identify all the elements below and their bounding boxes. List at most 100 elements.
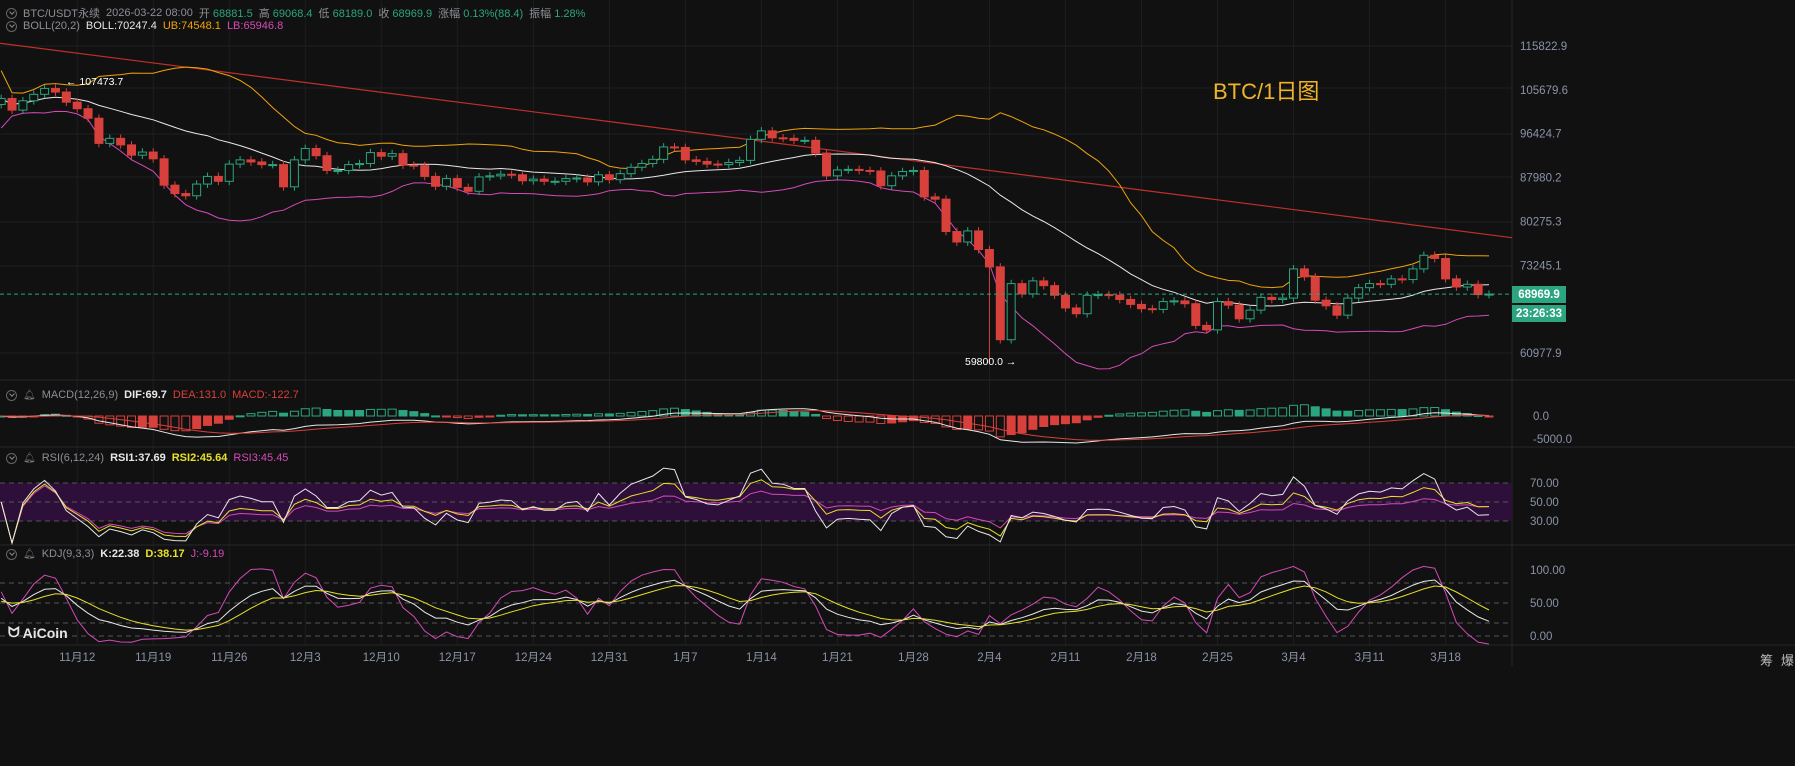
candle-body (626, 166, 636, 175)
macd-bar (1071, 415, 1081, 424)
candle-body (1375, 283, 1385, 286)
time-axis-label: 12月31 (591, 652, 628, 664)
candle-body (735, 159, 745, 163)
candle-body (159, 158, 169, 186)
candle-body (40, 87, 50, 95)
macd-bar (376, 408, 386, 417)
macd-value: MACD:-122.7 (232, 389, 299, 401)
boll-legend: BOLL(20,2) BOLL:70247.4 UB:74548.1 LB:65… (6, 20, 283, 32)
candle-body (691, 159, 701, 162)
liquidation-button[interactable]: 爆 (1781, 650, 1794, 669)
chips-button[interactable]: 筹 (1760, 650, 1773, 669)
macd-bar (561, 414, 571, 417)
kdj-name[interactable]: KDJ(9,3,3) (42, 548, 95, 560)
macd-axis-label: 0.0 (1533, 411, 1549, 423)
boll-name[interactable]: BOLL(20,2) (23, 20, 80, 32)
collapse-icon[interactable] (6, 452, 17, 464)
macd-bar (1332, 410, 1342, 417)
collapse-icon[interactable] (6, 7, 17, 19)
macd-bar (1365, 409, 1375, 417)
collapse-icon[interactable] (6, 20, 17, 32)
candle-body (105, 137, 115, 144)
rsi1-value: RSI1:37.69 (110, 452, 166, 464)
macd-bar (974, 415, 984, 431)
price-axis-label: 60977.9 (1520, 348, 1562, 360)
candle-body (1451, 278, 1461, 288)
kdj-j: J:-9.19 (190, 548, 225, 560)
candle-body (1310, 276, 1320, 301)
macd-bar (539, 414, 549, 417)
macd-bar (1104, 414, 1114, 417)
macd-bar (474, 415, 484, 418)
macd-bar (648, 410, 658, 417)
candle-body (235, 159, 245, 165)
time-axis-label: 1月21 (822, 652, 853, 664)
time-axis-label: 12月17 (439, 652, 476, 664)
macd-bar (626, 411, 636, 417)
candle-body (1017, 283, 1027, 295)
candle-body (876, 170, 886, 187)
macd-bar (854, 415, 864, 423)
candle-body (1060, 294, 1070, 309)
collapse-icon[interactable] (6, 548, 17, 560)
collapse-icon[interactable] (6, 389, 17, 401)
candle-body (778, 137, 788, 140)
rsi-axis-label: 50.00 (1530, 497, 1559, 509)
candle-body (702, 160, 712, 165)
logo-text: AiCoin (22, 624, 68, 641)
candle-body (1441, 257, 1451, 280)
change-label: 涨幅 (438, 8, 461, 20)
macd-dif: DIF:69.7 (124, 389, 167, 401)
macd-bar (876, 415, 886, 425)
rsi-name[interactable]: RSI(6,12,24) (42, 452, 104, 464)
macd-bar (1375, 409, 1385, 417)
candle-body (441, 178, 451, 187)
macd-bar (311, 407, 321, 417)
kdj-axis-label: 100.00 (1530, 565, 1565, 577)
macd-bar (1169, 409, 1179, 417)
macd-bar (1017, 415, 1027, 434)
macd-bar (1050, 415, 1060, 426)
candle-body (930, 196, 940, 200)
time-axis-label: 2月18 (1126, 652, 1157, 664)
bell-icon[interactable]: 🔔︎ (23, 453, 36, 464)
candle-body (192, 183, 202, 197)
candle-body (572, 177, 582, 180)
macd-bar (1289, 404, 1299, 417)
candle-body (670, 146, 679, 149)
candle-body (1202, 324, 1212, 331)
macd-bar (1082, 415, 1092, 421)
corner-buttons: 筹 爆 (1760, 650, 1794, 669)
candle-body (181, 193, 191, 197)
price-axis-label: 115822.9 (1520, 41, 1567, 53)
time-axis-label: 3月4 (1281, 652, 1306, 664)
candle-body (1136, 303, 1146, 310)
candle-body (213, 175, 223, 182)
macd-bar (550, 414, 560, 417)
close-label: 收 (378, 8, 390, 20)
macd-name[interactable]: MACD(12,26,9) (42, 389, 118, 401)
bell-icon[interactable]: 🔔︎ (23, 549, 36, 560)
rsi-axis-label: 30.00 (1530, 516, 1559, 528)
macd-bar (398, 410, 408, 417)
kline-chart[interactable]: 115822.9 105679.6 96424.7 87980.2 80275.3 732… (0, 0, 1795, 766)
amplitude-value: 1.28% (554, 8, 586, 20)
candle-body (1147, 308, 1157, 311)
candle-body (789, 137, 799, 141)
candle-body (409, 164, 419, 167)
candle-body (398, 153, 408, 166)
price-axis-label: 96424.7 (1520, 129, 1562, 141)
candle-body (203, 175, 213, 185)
candle-body (300, 147, 310, 161)
macd-bar (409, 411, 419, 417)
candle-body (1104, 294, 1114, 297)
candle-body (1234, 304, 1244, 320)
current-price-label: 68969.9 (1512, 286, 1566, 303)
time-axis-label: 11月19 (135, 652, 171, 664)
macd-bar (507, 414, 517, 417)
macd-bar (528, 414, 538, 417)
candle-body (767, 130, 777, 139)
price-axis-label: 73245.1 (1520, 260, 1562, 272)
macd-bar (1430, 407, 1440, 417)
bell-icon[interactable]: 🔔︎ (23, 390, 36, 401)
